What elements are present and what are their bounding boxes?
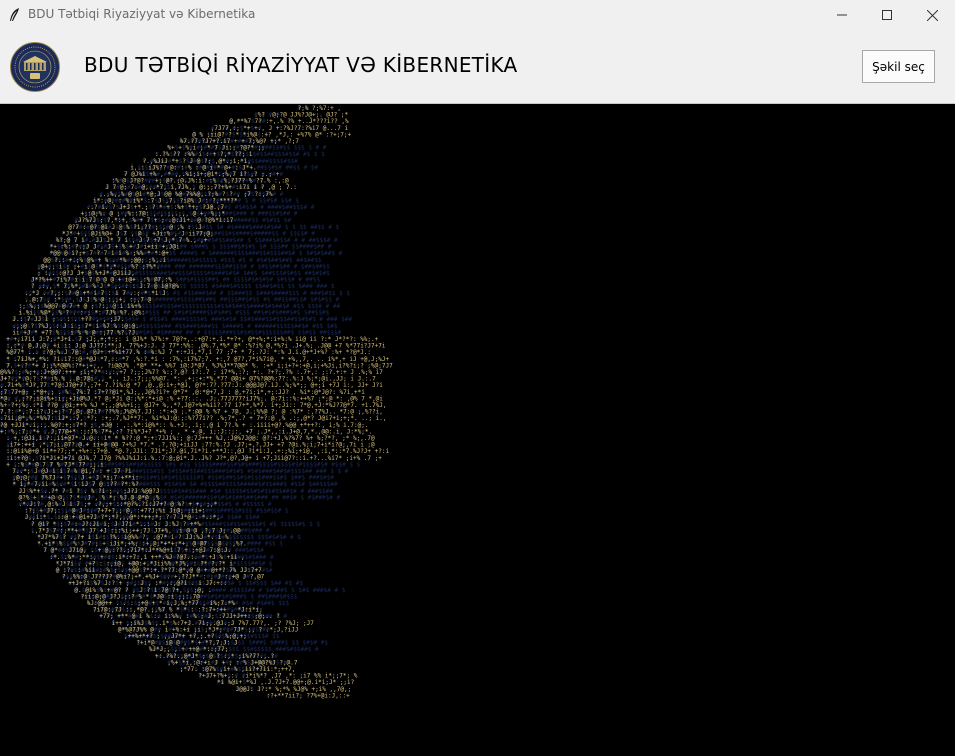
close-button[interactable] <box>909 0 955 30</box>
minimize-button[interactable] <box>819 0 865 30</box>
minimize-icon <box>837 14 847 16</box>
maximize-button[interactable] <box>864 0 910 30</box>
select-image-button[interactable]: Şəkil seç <box>862 50 935 83</box>
bdu-seal-logo <box>10 42 60 92</box>
close-icon <box>926 9 938 21</box>
feather-icon <box>10 8 19 21</box>
maximize-icon <box>882 10 892 20</box>
title-bar[interactable]: BDU Tətbiqi Riyaziyyat və Kibernetika <box>0 0 955 30</box>
app-header: BDU TƏTBİQİ RİYAZİYYAT VƏ KİBERNETİKA Şə… <box>0 30 955 104</box>
page-title: BDU TƏTBİQİ RİYAZİYYAT VƏ KİBERNETİKA <box>84 53 518 77</box>
app-window: BDU Tətbiqi Riyaziyyat və Kibernetika BD… <box>0 0 955 756</box>
window-title: BDU Tətbiqi Riyaziyyat və Kibernetika <box>28 7 256 21</box>
svg-text::?+**7ii?; ?7%+@i:J,::+: :?+**7ii?; ?7%+@i:J,::+ <box>267 692 350 699</box>
ascii-art-image: # # ?;% ?;%7:+ , # $ # # .%? .@;?@ JJ%?J… <box>0 105 393 699</box>
ascii-canvas: # # ?;% ?;%7:+ , # $ # # .%? .@;?@ JJ%?J… <box>0 104 955 756</box>
ascii-characters: # # ?;% ?;%7:+ , # $ # # .%? .@;?@ JJ%?J… <box>0 105 393 699</box>
